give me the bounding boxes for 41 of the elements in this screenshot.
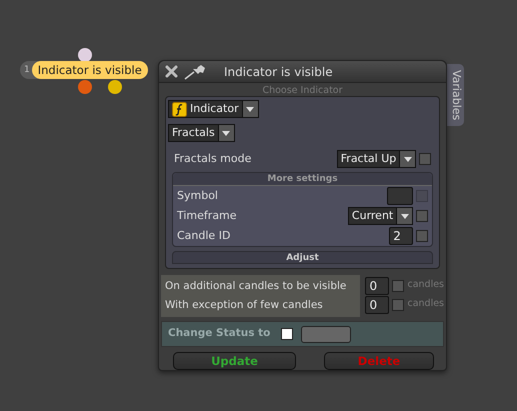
- category-dropdown[interactable]: Indicator: [168, 100, 259, 118]
- field-label: With exception of few candles: [165, 298, 324, 313]
- checkbox[interactable]: [392, 298, 404, 310]
- function-icon: [172, 102, 187, 116]
- input-field[interactable]: 0: [365, 276, 390, 294]
- caret-icon: [222, 130, 230, 136]
- checkbox[interactable]: [392, 280, 404, 292]
- output-port[interactable]: [78, 80, 92, 94]
- close-icon[interactable]: [165, 65, 178, 78]
- unit-label: candles: [407, 297, 444, 312]
- field-label: Timeframe: [177, 208, 237, 224]
- section-heading: Adjust: [172, 251, 433, 264]
- section-heading: Choose Indicator: [261, 85, 344, 96]
- fractals-dropdown[interactable]: Fractals: [168, 124, 235, 142]
- status-label: Change Status to: [168, 326, 272, 342]
- checkbox[interactable]: [416, 230, 428, 242]
- checkbox[interactable]: [281, 328, 293, 340]
- input-field[interactable]: 0: [365, 296, 390, 314]
- field-label: Fractals mode: [174, 150, 252, 167]
- input-port[interactable]: [78, 48, 92, 62]
- mode-dropdown[interactable]: Fractal Up: [336, 150, 416, 168]
- field-label: Candle ID: [177, 228, 230, 244]
- window-title: Indicator is visible: [224, 64, 333, 80]
- pin-icon[interactable]: [184, 64, 206, 80]
- input-field[interactable]: [387, 187, 414, 205]
- caret-icon: [400, 214, 409, 218]
- section-heading: More settings: [173, 173, 432, 186]
- caret-icon: [246, 106, 254, 112]
- unit-label: candles: [407, 278, 444, 292]
- variables-tab[interactable]: Variables: [447, 64, 464, 126]
- field-label: Symbol: [177, 188, 218, 204]
- node-label[interactable]: Indicator is visible: [32, 61, 148, 79]
- field-label: On additional candles to be visible: [165, 279, 348, 294]
- timeframe-dropdown[interactable]: Current: [348, 207, 414, 225]
- checkbox[interactable]: [416, 210, 428, 222]
- output-port[interactable]: [108, 80, 122, 94]
- update-button[interactable]: Update: [173, 352, 296, 370]
- checkbox[interactable]: [419, 153, 431, 165]
- caret-icon: [404, 156, 412, 162]
- input-field[interactable]: 2: [389, 227, 414, 245]
- status-field[interactable]: [301, 326, 351, 342]
